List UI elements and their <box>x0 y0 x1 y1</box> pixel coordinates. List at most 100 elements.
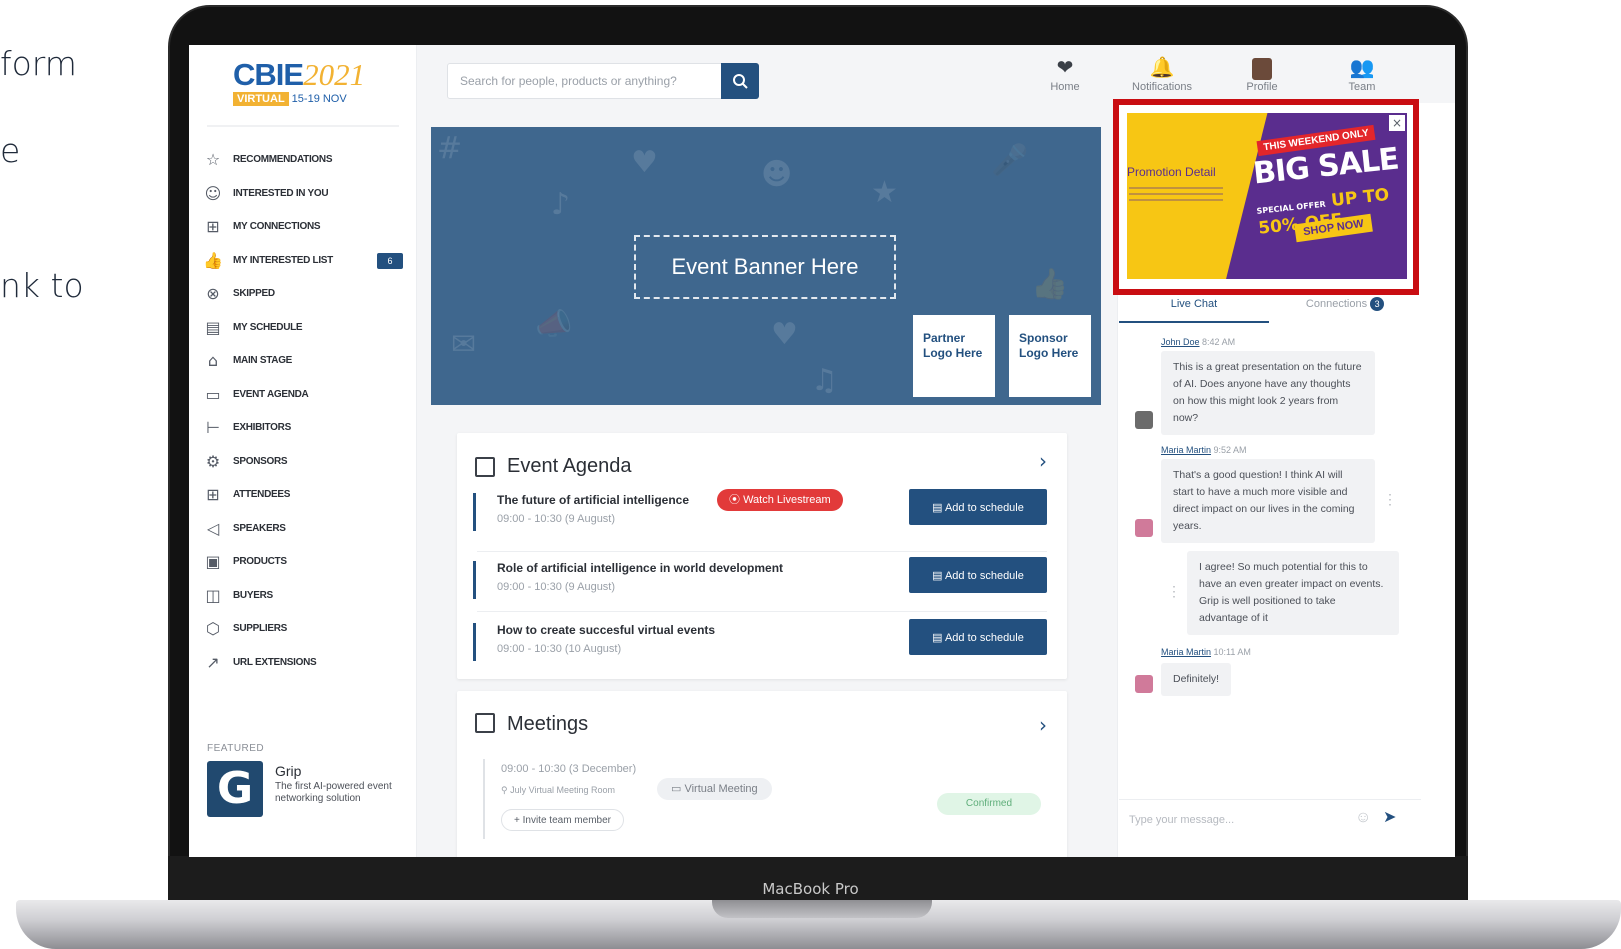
more-options-icon[interactable]: ⋮ <box>1167 583 1181 600</box>
button-label: Add to schedule <box>944 631 1024 644</box>
device-label: MacBook Pro <box>762 880 859 898</box>
card-title: Event Agenda <box>507 455 632 477</box>
banner-title: Event Banner Here <box>634 235 896 299</box>
invite-team-member-button[interactable]: + Invite team member <box>501 809 624 831</box>
star-icon: ☆ <box>205 150 221 170</box>
sidebar-item-recommendations[interactable]: ☆ RECOMMENDATIONS <box>203 143 417 177</box>
calendar-icon <box>475 713 495 733</box>
tab-live-chat[interactable]: Live Chat <box>1119 293 1269 323</box>
virtual-meeting-label: Virtual Meeting <box>684 783 758 795</box>
agenda-accent <box>473 623 476 661</box>
sidebar-item-interested-in-you[interactable]: ☺ INTERESTED IN YOU <box>203 177 417 211</box>
topnav-notifications[interactable]: 🔔 Notifications <box>1122 53 1202 93</box>
sidebar-item-buyers[interactable]: ◫ BUYERS <box>203 579 417 613</box>
tab-label: Connections <box>1305 298 1368 310</box>
heart-icon: ❤ <box>1056 55 1074 79</box>
avatar[interactable] <box>1135 519 1153 537</box>
chevron-right-icon[interactable]: › <box>1039 449 1047 473</box>
agenda-title[interactable]: The future of artificial intelligence <box>497 493 689 507</box>
chat-message: Definitely! <box>1161 663 1232 696</box>
sidebar-item-my-connections[interactable]: ⊞ MY CONNECTIONS <box>203 210 417 244</box>
message-author[interactable]: Maria Martin <box>1161 647 1211 657</box>
pin-icon: ⚲ <box>501 785 511 795</box>
people-icon: ☻ <box>761 157 793 192</box>
chat-message: That's a good question! I think AI will … <box>1161 459 1375 543</box>
emoji-icon[interactable]: ☺ <box>1355 809 1371 827</box>
grip-logo[interactable]: G <box>207 761 263 817</box>
sidebar-item-products[interactable]: ▣ PRODUCTS <box>203 545 417 579</box>
sidebar-item-label: SUPPLIERS <box>233 623 287 635</box>
message-meta: Maria Martin 9:52 AM <box>1161 445 1247 455</box>
close-icon[interactable]: × <box>1389 115 1405 131</box>
calendar-icon: ▤ <box>932 569 945 582</box>
status-badge: Confirmed <box>937 793 1041 815</box>
sidebar-item-sponsors[interactable]: ⚙ SPONSORS <box>203 445 417 479</box>
laptop-notch <box>712 900 932 918</box>
message-author[interactable]: John Doe <box>1161 337 1200 347</box>
sidebar-item-suppliers[interactable]: ⬡ SUPPLIERS <box>203 612 417 646</box>
brand-name: CBIE <box>233 57 304 92</box>
sidebar-item-speakers[interactable]: ◁ SPEAKERS <box>203 512 417 546</box>
sidebar-item-exhibitors[interactable]: ⊢ EXHIBITORS <box>203 411 417 445</box>
agenda-item: Role of artificial intelligence in world… <box>473 557 1051 613</box>
avatar[interactable] <box>1135 675 1153 693</box>
meeting-room-label: July Virtual Meeting Room <box>510 785 615 795</box>
meeting-time: 09:00 - 10:30 (3 December) <box>501 763 637 775</box>
add-to-schedule-button[interactable]: ▤ Add to schedule <box>909 489 1047 525</box>
video-icon: ▭ <box>671 783 685 795</box>
agenda-title[interactable]: How to create succesful virtual events <box>497 623 715 637</box>
sidebar-item-skipped[interactable]: ⊗ SKIPPED <box>203 277 417 311</box>
sidebar-item-attendees[interactable]: ⊞ ATTENDEES <box>203 478 417 512</box>
topnav-team[interactable]: 👥 Team <box>1322 53 1402 93</box>
side-text-line-3: nk to <box>0 266 84 305</box>
side-text-line-2: e <box>0 131 21 170</box>
count-badge: 6 <box>377 252 403 269</box>
chevron-right-icon[interactable]: › <box>1039 713 1047 737</box>
message-author[interactable]: Maria Martin <box>1161 445 1211 455</box>
brand-dates: 15-19 NOV <box>291 93 347 105</box>
schedule-icon: ▤ <box>205 317 221 337</box>
message-time: 10:11 AM <box>1213 647 1251 657</box>
topnav-label: Team <box>1348 81 1376 93</box>
brand-logo[interactable]: CBIE2021 VIRTUAL 15-19 NOV <box>233 57 373 113</box>
watch-livestream-button[interactable]: ⦿ Watch Livestream <box>717 489 843 511</box>
music-note-icon: ♫ <box>811 363 838 398</box>
more-options-icon[interactable]: ⋮ <box>1383 491 1397 508</box>
send-icon[interactable]: ➤ <box>1383 807 1396 827</box>
agenda-title[interactable]: Role of artificial intelligence in world… <box>497 561 783 575</box>
sponsor-logo[interactable]: Sponsor Logo Here <box>1009 315 1091 397</box>
sidebar-item-url-extensions[interactable]: ↗ URL EXTENSIONS <box>203 646 417 680</box>
search-input[interactable] <box>448 64 724 98</box>
stage-icon: ⌂ <box>207 351 219 371</box>
topnav-home[interactable]: ❤ Home <box>1025 53 1105 93</box>
sidebar-item-main-stage[interactable]: ⌂ MAIN STAGE <box>203 344 417 378</box>
add-to-schedule-button[interactable]: ▤ Add to schedule <box>909 557 1047 593</box>
promotion-banner[interactable]: Promotion Detail THIS WEEKEND ONLY BIG S… <box>1127 113 1407 279</box>
chat-icon: ✉ <box>451 327 477 362</box>
brand-year: 2021 <box>303 57 366 92</box>
sidebar-item-label: MY CONNECTIONS <box>233 221 321 233</box>
calendar-icon: ▤ <box>932 631 945 644</box>
virtual-meeting-button[interactable]: ▭ Virtual Meeting <box>657 778 772 800</box>
sidebar-item-my-schedule[interactable]: ▤ MY SCHEDULE <box>203 311 417 345</box>
agenda-item: The future of artificial intelligence ⦿ … <box>473 489 1051 545</box>
tab-connections[interactable]: Connections 3 <box>1269 293 1421 323</box>
add-to-schedule-button[interactable]: ▤ Add to schedule <box>909 619 1047 655</box>
avatar[interactable] <box>1135 411 1153 429</box>
star-icon: ★ <box>871 175 898 210</box>
search-button[interactable] <box>721 63 759 99</box>
chat-message-input[interactable] <box>1129 805 1369 835</box>
sidebar: CBIE2021 VIRTUAL 15-19 NOV ☆ RECOMMENDATIO… <box>189 45 417 857</box>
exhibitors-icon: ⊢ <box>206 418 220 438</box>
sidebar-item-my-interested-list[interactable]: 👍 MY INTERESTED LIST 6 <box>203 244 417 278</box>
sidebar-item-event-agenda[interactable]: ▭ EVENT AGENDA <box>203 378 417 412</box>
partner-logo[interactable]: Partner Logo Here <box>913 315 995 397</box>
featured-name[interactable]: Grip <box>275 763 301 779</box>
agenda-accent <box>473 493 476 531</box>
topnav-profile[interactable]: Profile <box>1222 53 1302 93</box>
event-banner[interactable]: # ♪ ♥ ☻ ★ 🎤 ✉ 📣 ♥ ♫ 👍 Event Banner Here … <box>431 127 1101 405</box>
timeline-line <box>483 759 485 839</box>
sidebar-item-label: BUYERS <box>233 589 273 601</box>
sidebar-item-label: EXHIBITORS <box>233 422 291 434</box>
message-meta: Maria Martin 10:11 AM <box>1161 647 1251 657</box>
